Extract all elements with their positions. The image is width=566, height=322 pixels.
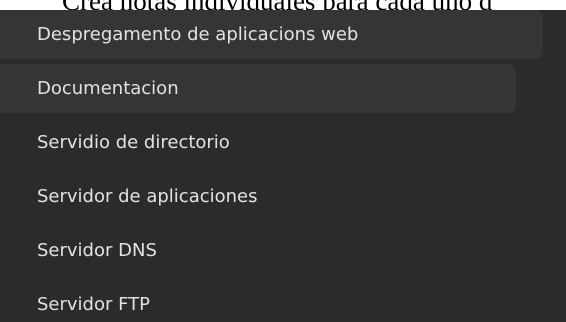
menu-item-documentacion[interactable]: Documentacion — [0, 64, 516, 113]
screenshot-stage: Crea notas individuales para cada uno d … — [0, 0, 566, 322]
menu-item-servidor-ftp[interactable]: Servidor FTP — [0, 280, 566, 322]
menu-item-servidio-directorio[interactable]: Servidio de directorio — [0, 118, 566, 167]
menu-item-label: Despregamento de aplicacions web — [37, 24, 359, 45]
menu-item-servidor-aplicaciones[interactable]: Servidor de aplicaciones — [0, 172, 566, 221]
menu-item-despregamento[interactable]: Despregamento de aplicacions web — [0, 10, 543, 59]
menu-item-servidor-dns[interactable]: Servidor DNS — [0, 226, 566, 275]
menu-item-label: Documentacion — [37, 78, 179, 99]
menu-item-label: Servidor DNS — [37, 240, 157, 261]
dropdown-menu: Despregamento de aplicacions web Documen… — [0, 10, 566, 322]
menu-item-label: Servidio de directorio — [37, 132, 230, 153]
menu-item-label: Servidor FTP — [37, 294, 151, 315]
menu-item-label: Servidor de aplicaciones — [37, 186, 258, 207]
